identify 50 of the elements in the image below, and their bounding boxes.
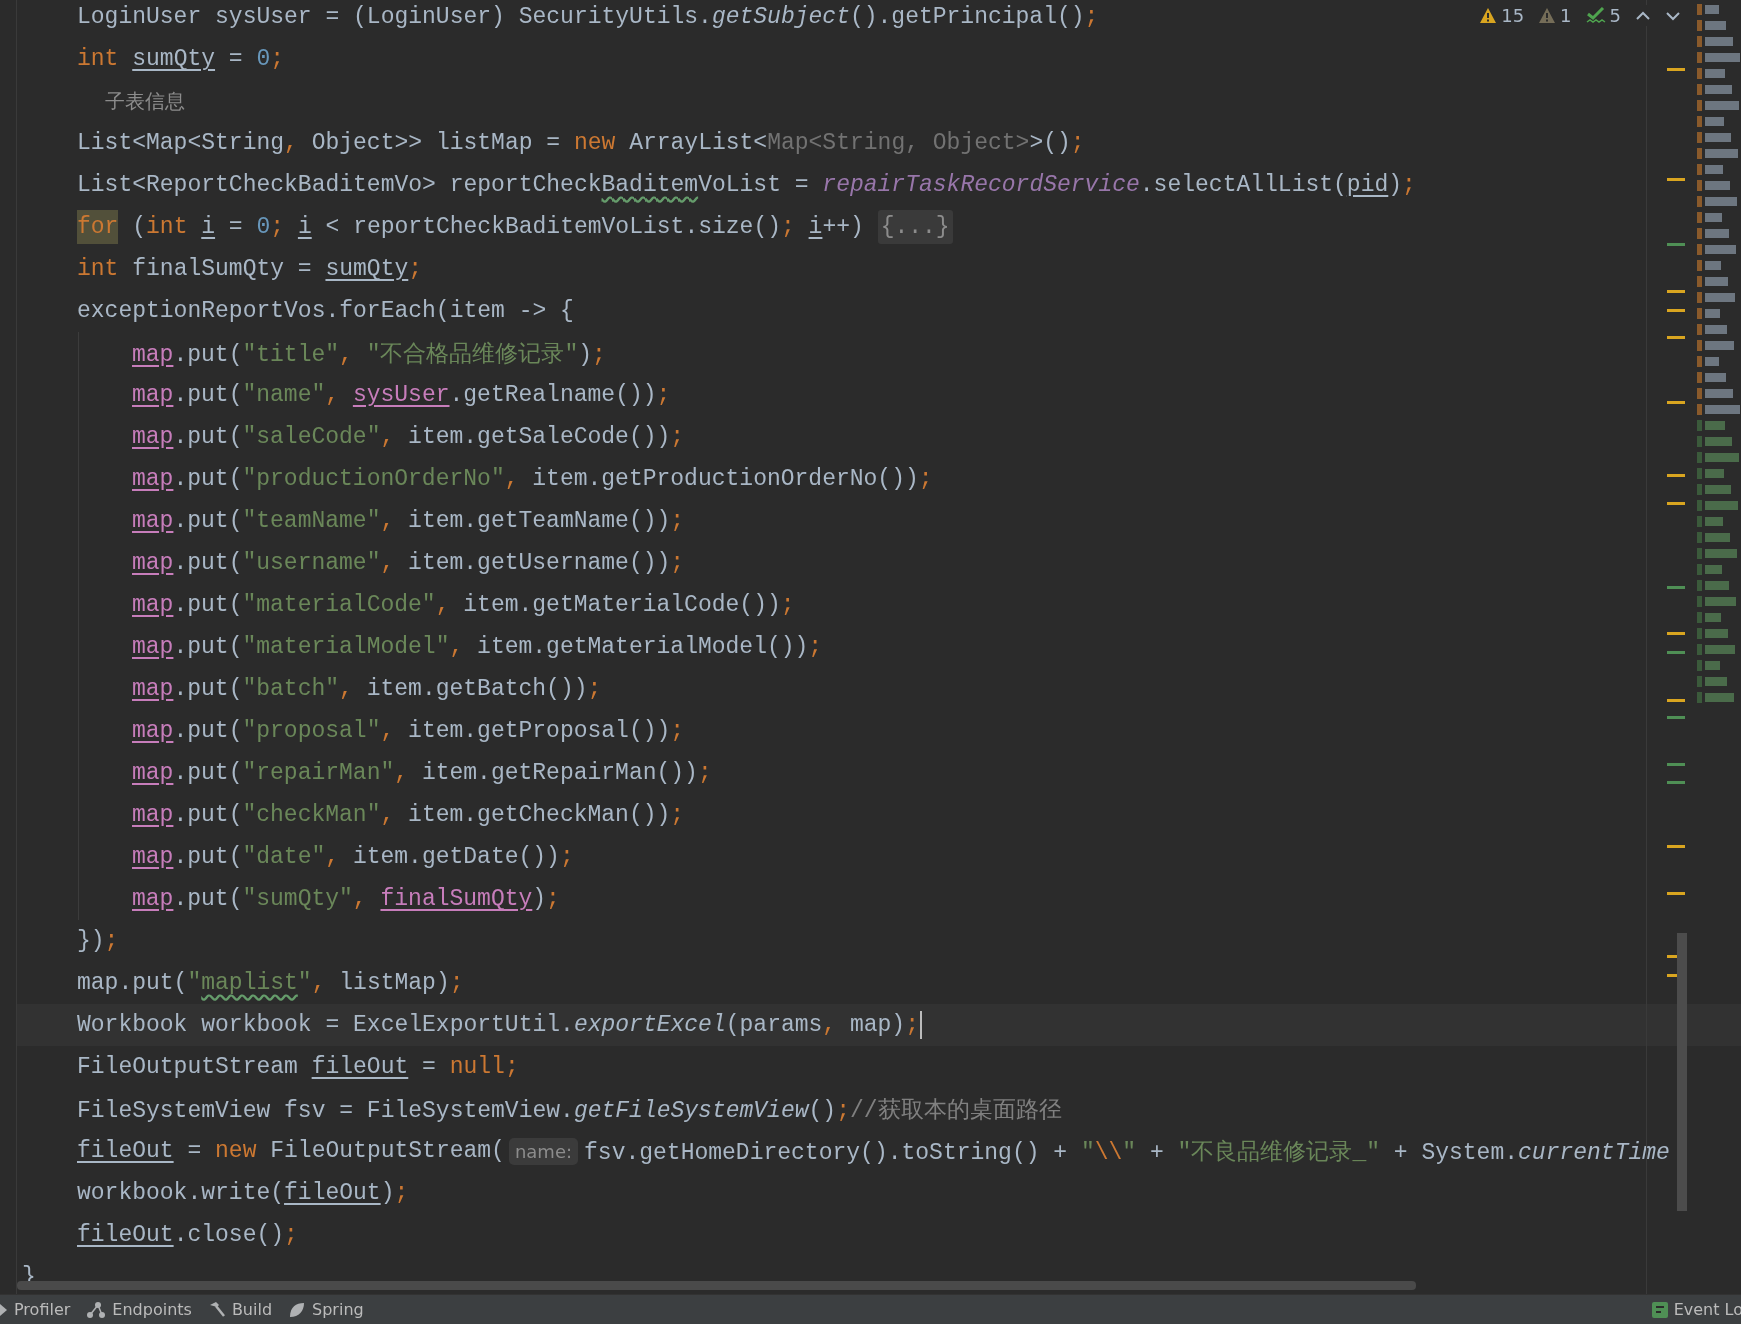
tool-window-button[interactable]: Build <box>207 1296 285 1323</box>
code-text: fsv.getHomeDirectory().toString() + "\\" + "不良品维修记录_" + System.currentTime <box>584 1138 1670 1167</box>
folded-code[interactable]: {...} <box>877 210 953 244</box>
code-text: map.put("materialCode", item.getMaterialCode()); <box>132 592 795 618</box>
code-text: map.put("sumQty", finalSumQty); <box>132 886 560 912</box>
code-text: (int i = 0; i < reportCheckBaditemVoList.size(); i++) <box>131 214 865 240</box>
highlighted-keyword: for <box>77 210 119 244</box>
code-text: fileOut.close(); <box>77 1222 298 1248</box>
code-text: List<ReportCheckBaditemVo> reportCheckBaditemVoList = repairTaskRecordService.selectAllList(pid); <box>77 172 1416 198</box>
code-text: Workbook workbook = ExcelExportUtil.exportExcel(params, map); <box>77 1012 919 1038</box>
code-text: map.put("repairMan", item.getRepairMan()); <box>132 760 712 786</box>
code-text: map.put("name", sysUser.getRealname()); <box>132 382 671 408</box>
profiler-icon <box>0 1301 8 1318</box>
code-text: map.put("productionOrderNo", item.getProductionOrderNo()); <box>132 466 933 492</box>
code-text: map.put("title", "不合格品维修记录"); <box>132 340 606 369</box>
code-text: FileSystemView fsv = FileSystemView.getFileSystemView();//获取本的桌面路径 <box>77 1096 1062 1125</box>
parameter-hint: name: <box>508 1137 579 1165</box>
code-text: exceptionReportVos.forEach(item -> { <box>77 298 574 324</box>
code-text: 子表信息 <box>104 87 185 115</box>
code-text: map.put("maplist", listMap); <box>77 970 464 996</box>
chevron-up-icon[interactable] <box>1635 9 1651 22</box>
problem-count[interactable]: 15 <box>1501 5 1525 26</box>
code-text: FileOutputStream fileOut = null; <box>77 1054 519 1080</box>
code-text: workbook.write(fileOut); <box>77 1180 409 1206</box>
text-cursor <box>920 1011 922 1039</box>
code-text: map.put("checkMan", item.getCheckMan()); <box>132 802 685 828</box>
code-text: fileOut = new FileOutputStream( <box>77 1138 505 1164</box>
code-text: List<Map<String, Object>> listMap = new ArrayList<Map<String, Object>>(); <box>77 130 1085 156</box>
typo-check-icon <box>1585 6 1606 25</box>
tool-window-button[interactable]: Profiler <box>0 1296 83 1323</box>
code-text: map.put("batch", item.getBatch()); <box>132 676 602 702</box>
code-text: map.put("saleCode", item.getSaleCode()); <box>132 424 685 450</box>
code-text: map.put("teamName", item.getTeamName()); <box>132 508 685 534</box>
code-text: map.put("proposal", item.getProposal()); <box>132 718 685 744</box>
leaf-icon <box>288 1300 307 1319</box>
problem-count[interactable]: 5 <box>1609 5 1621 26</box>
horizontal-scrollbar[interactable] <box>17 1281 1416 1290</box>
code-text: map.put("materialModel", item.getMaterialModel()); <box>132 634 823 660</box>
tool-window-button[interactable]: Spring <box>288 1296 376 1323</box>
problem-count[interactable]: 1 <box>1560 5 1572 26</box>
code-text: int sumQty = 0; <box>77 46 285 72</box>
code-text: }); <box>77 928 119 954</box>
code-text: map.put("username", item.getUsername()); <box>132 550 685 576</box>
code-text: int finalSumQty = sumQty; <box>77 256 423 282</box>
tool-window-button[interactable]: Endpoints <box>86 1296 204 1323</box>
code-text: LoginUser sysUser = (LoginUser) SecurityUtils.getSubject().getPrincipal(); <box>77 4 1099 30</box>
chevron-down-icon[interactable] <box>1665 9 1681 22</box>
event-log-icon <box>1651 1301 1668 1318</box>
code-text: map.put("date", item.getDate()); <box>132 844 574 870</box>
nodes-icon <box>86 1300 107 1319</box>
